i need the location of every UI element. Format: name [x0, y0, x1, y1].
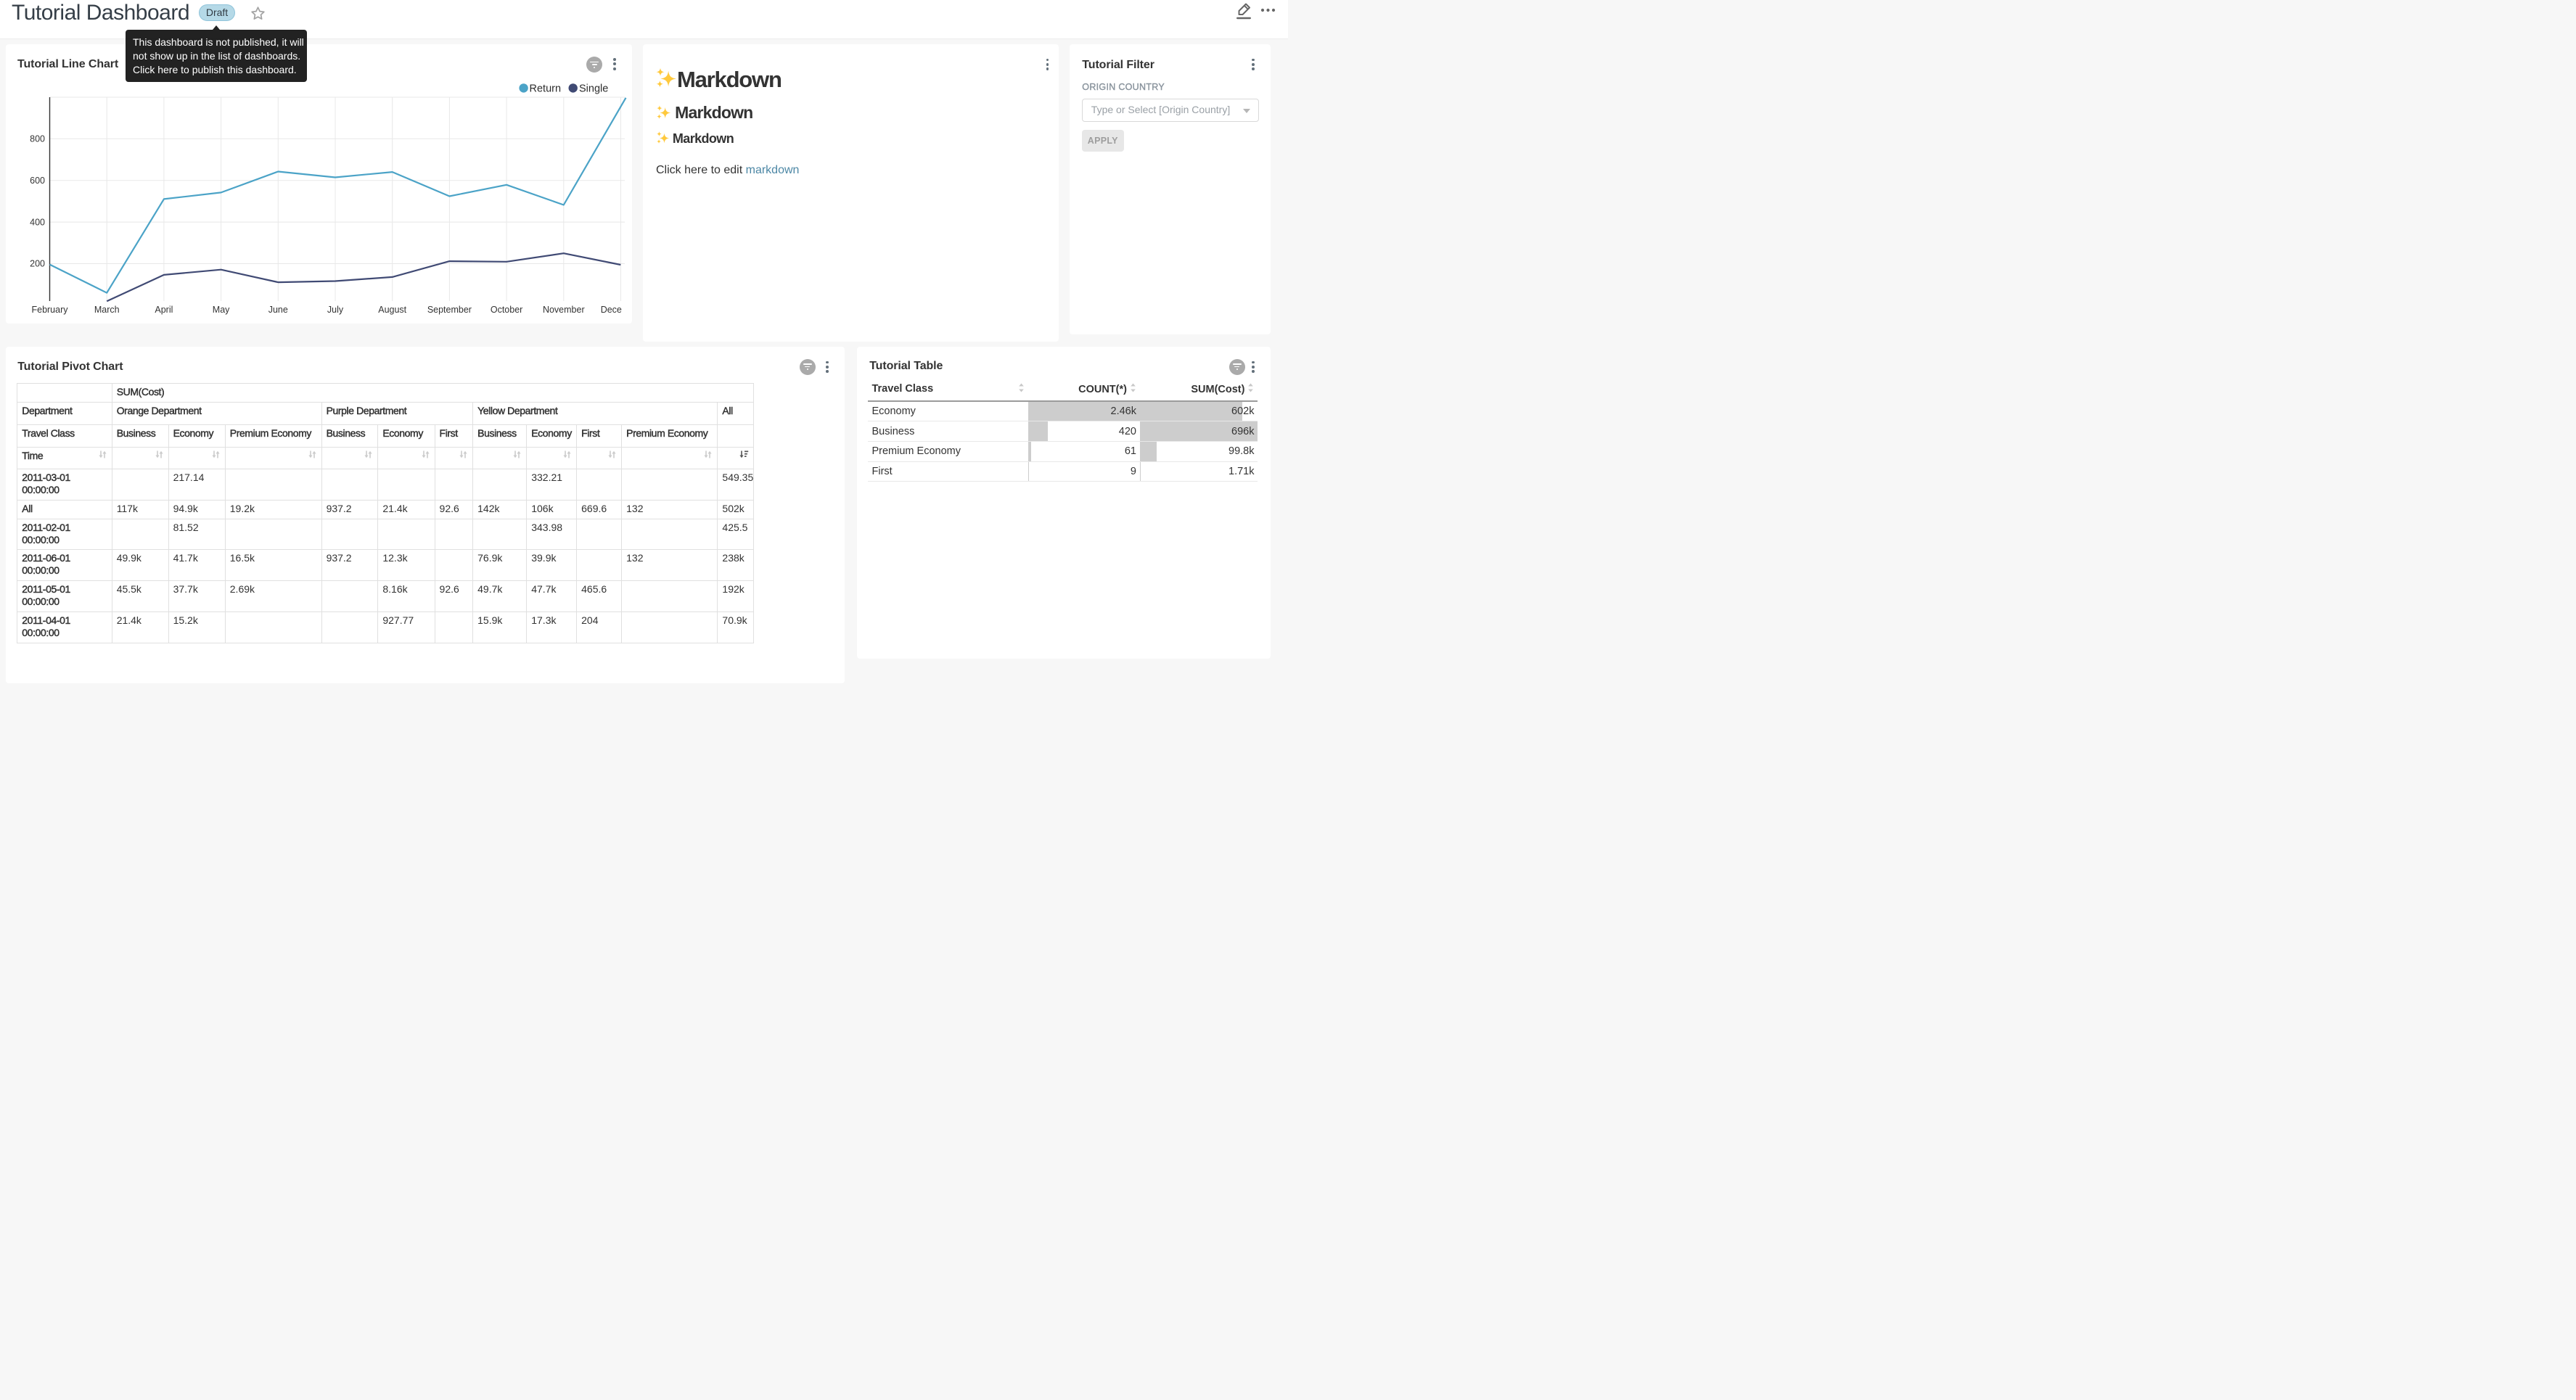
svg-text:May: May — [213, 305, 230, 315]
svg-text:800: 800 — [30, 133, 45, 144]
svg-text:November: November — [543, 305, 585, 315]
svg-text:April: April — [155, 305, 173, 315]
svg-text:Dece: Dece — [601, 305, 622, 315]
svg-text:October: October — [491, 305, 522, 315]
svg-text:September: September — [427, 305, 472, 315]
svg-text:August: August — [378, 305, 406, 315]
svg-text:March: March — [94, 305, 120, 315]
svg-text:Single: Single — [579, 83, 608, 94]
svg-text:February: February — [31, 305, 68, 315]
svg-text:600: 600 — [30, 175, 45, 185]
svg-text:200: 200 — [30, 258, 45, 268]
svg-text:June: June — [268, 305, 288, 315]
svg-text:July: July — [327, 305, 344, 315]
svg-text:400: 400 — [30, 217, 45, 227]
svg-text:Return: Return — [530, 83, 562, 94]
